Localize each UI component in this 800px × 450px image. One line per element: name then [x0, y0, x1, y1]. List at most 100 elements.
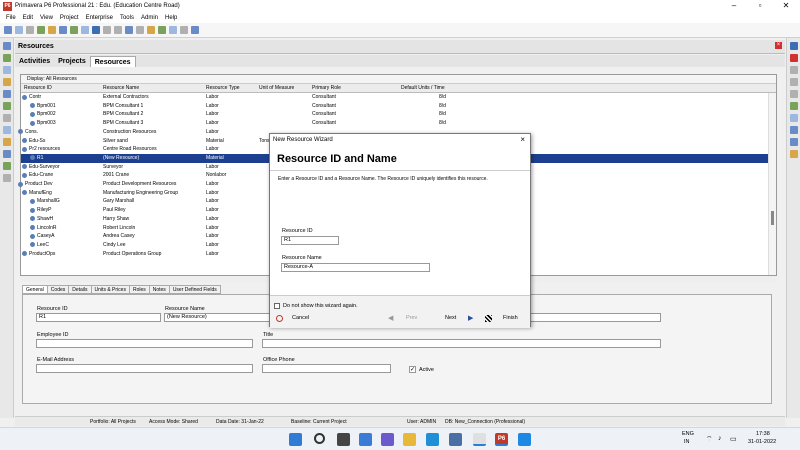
maximize-icon[interactable]: ▫	[748, 0, 772, 12]
menu-admin[interactable]: Admin	[141, 15, 158, 21]
resources-nav-icon[interactable]	[3, 78, 11, 86]
tab-general[interactable]: General	[22, 285, 47, 294]
schedule-icon[interactable]	[158, 26, 166, 34]
volume-icon[interactable]: ♪	[718, 435, 722, 442]
wifi-icon[interactable]: ⌔	[706, 435, 713, 444]
next-button[interactable]: Next	[445, 314, 456, 323]
group-icon[interactable]	[136, 26, 144, 34]
col-primary-role[interactable]: Primary Role	[312, 85, 341, 91]
tab-units-prices[interactable]: Units & Prices	[90, 285, 129, 294]
start-icon[interactable]	[289, 433, 302, 446]
office-phone-field[interactable]	[262, 364, 391, 373]
tab-details[interactable]: Details	[68, 285, 91, 294]
col-default-units[interactable]: Default Units / Time	[401, 85, 445, 91]
indent-icon[interactable]	[790, 126, 798, 134]
cancel-button[interactable]: Cancel	[292, 314, 309, 323]
menu-edit[interactable]: Edit	[23, 15, 33, 21]
active-checkbox[interactable]: ✓	[409, 366, 416, 373]
search-icon[interactable]	[314, 433, 325, 444]
assign-icon[interactable]	[790, 150, 798, 158]
menu-file[interactable]: File	[6, 15, 16, 21]
columns-icon[interactable]	[103, 26, 111, 34]
resource-id-field[interactable]: R1	[36, 313, 161, 322]
employee-id-field[interactable]	[36, 339, 253, 348]
zoom-icon[interactable]	[180, 26, 188, 34]
col-resource-id[interactable]: Resource ID	[24, 85, 52, 91]
reports-icon[interactable]	[3, 162, 11, 170]
risks-icon[interactable]	[3, 150, 11, 158]
print-icon[interactable]	[4, 26, 12, 34]
tab-udf[interactable]: User Defined Fields	[168, 285, 221, 294]
tab-projects[interactable]: Projects	[54, 56, 90, 67]
tab-notes[interactable]: Notes	[148, 285, 169, 294]
assignments-icon[interactable]	[3, 90, 11, 98]
scroll-thumb[interactable]	[771, 211, 774, 225]
activities-nav-icon[interactable]	[3, 66, 11, 74]
outdent-icon[interactable]	[790, 138, 798, 146]
menu-enterprise[interactable]: Enterprise	[86, 15, 113, 21]
menu-view[interactable]: View	[40, 15, 53, 21]
issues-icon[interactable]	[3, 138, 11, 146]
prev-button[interactable]: Prev	[406, 314, 417, 323]
table-row[interactable]: Contr External Contractors Labor Consultant…	[21, 93, 769, 102]
help-icon[interactable]	[191, 26, 199, 34]
next-arrow-icon[interactable]: ▶	[468, 314, 473, 322]
dialog-close-icon[interactable]: ×	[520, 135, 525, 144]
table-row[interactable]: Bpm002 BPM Consultant 2 Labor Consultant 8/d	[21, 110, 769, 119]
level-icon[interactable]	[169, 26, 177, 34]
layout-icon[interactable]	[37, 26, 45, 34]
paste-icon[interactable]	[790, 90, 798, 98]
finish-flag-icon[interactable]	[485, 315, 492, 322]
email-field[interactable]	[36, 364, 253, 373]
minimize-icon[interactable]: –	[722, 0, 746, 12]
vertical-scrollbar[interactable]	[768, 93, 776, 275]
wpd-icon[interactable]	[3, 102, 11, 110]
tab-codes[interactable]: Codes	[46, 285, 69, 294]
project-icon[interactable]	[59, 26, 67, 34]
wizard-resource-name-input[interactable]: Resource-A	[281, 263, 430, 272]
menu-project[interactable]: Project	[60, 15, 79, 21]
add-icon[interactable]	[790, 42, 798, 50]
table-row[interactable]: Bpm003 BPM Consultant 3 Labor Consultant 8/d	[21, 119, 769, 128]
tray-time[interactable]: 17:38	[756, 431, 770, 437]
bars-icon[interactable]	[114, 26, 122, 34]
edge-icon[interactable]	[426, 433, 439, 446]
tab-roles[interactable]: Roles	[128, 285, 149, 294]
file-explorer-icon[interactable]	[403, 433, 416, 446]
col-unit-of-measure[interactable]: Unit of Measure	[259, 85, 294, 91]
wbs-nav-icon[interactable]	[3, 54, 11, 62]
expenses-icon[interactable]	[3, 114, 11, 122]
widgets-icon[interactable]	[359, 433, 372, 446]
dont-show-checkbox[interactable]	[274, 303, 280, 309]
col-resource-name[interactable]: Resource Name	[103, 85, 139, 91]
undo-icon[interactable]	[790, 102, 798, 110]
refresh-icon[interactable]	[26, 26, 34, 34]
filter-icon[interactable]	[125, 26, 133, 34]
resources-icon[interactable]	[92, 26, 100, 34]
word-icon[interactable]	[518, 433, 531, 446]
print-preview-icon[interactable]	[15, 26, 23, 34]
tab-activities[interactable]: Activities	[15, 56, 54, 67]
wbs-icon[interactable]	[70, 26, 78, 34]
tray-region[interactable]: IN	[684, 439, 690, 445]
find-icon[interactable]	[790, 114, 798, 122]
activities-icon[interactable]	[81, 26, 89, 34]
col-resource-type[interactable]: Resource Type	[206, 85, 240, 91]
menu-help[interactable]: Help	[165, 15, 177, 21]
projects-icon[interactable]	[3, 42, 11, 50]
tracking-icon[interactable]	[3, 174, 11, 182]
close-icon[interactable]: ✕	[774, 0, 798, 12]
thresholds-icon[interactable]	[3, 126, 11, 134]
store-icon[interactable]	[449, 433, 462, 446]
cancel-icon[interactable]	[276, 315, 283, 322]
task-view-icon[interactable]	[337, 433, 350, 446]
table-row[interactable]: Bpm001 BPM Consultant 1 Labor Consultant 8/d	[21, 102, 769, 111]
chrome-icon[interactable]	[473, 433, 486, 446]
sort-icon[interactable]	[147, 26, 155, 34]
tray-lang[interactable]: ENG	[682, 431, 694, 437]
copy-icon[interactable]	[790, 78, 798, 86]
menu-tools[interactable]: Tools	[120, 15, 134, 21]
wizard-resource-id-input[interactable]: R1	[281, 236, 339, 245]
display-filter[interactable]: Display: All Resources	[21, 75, 776, 84]
tab-resources[interactable]: Resources	[89, 56, 136, 67]
